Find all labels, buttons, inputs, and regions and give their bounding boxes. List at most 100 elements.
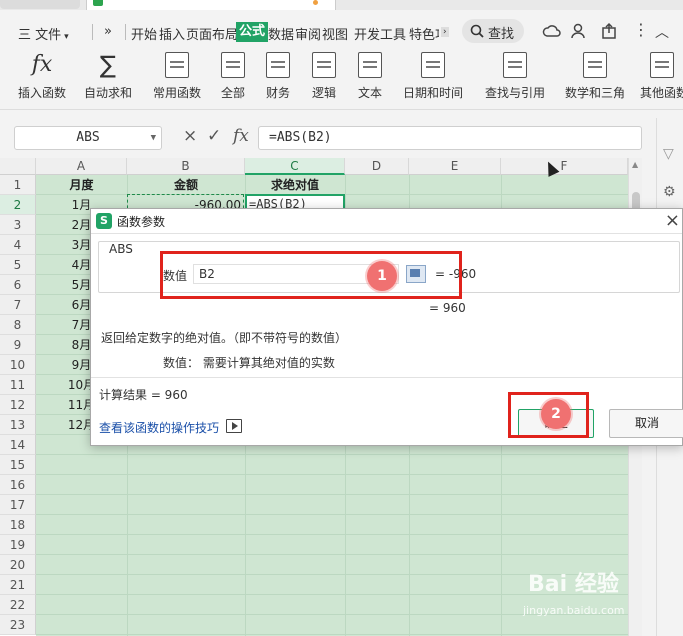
chevron-down-icon[interactable]: ▽ xyxy=(663,146,674,162)
dialog-title: 函数参数 xyxy=(117,215,166,229)
argument-description: 数值： 需要计算其绝对值的实数 xyxy=(163,356,335,370)
row-divider xyxy=(36,534,628,535)
row-header[interactable]: 5 xyxy=(0,255,36,275)
scroll-up-icon[interactable]: ▲ xyxy=(632,160,638,169)
row-header[interactable]: 2 xyxy=(0,195,36,215)
row-header[interactable]: 1 xyxy=(0,175,36,195)
row-divider xyxy=(36,634,628,635)
row-divider xyxy=(36,514,628,515)
financial-button[interactable]: 财务 xyxy=(260,52,296,101)
unsaved-dot-icon xyxy=(313,0,318,5)
tab-document[interactable] xyxy=(86,0,336,10)
date-time-label: 日期和时间 xyxy=(402,86,463,100)
formula-bar: ABS ▼ × ✓ fx =ABS(B2) xyxy=(0,118,683,158)
column-header-d[interactable]: D xyxy=(345,158,409,175)
tab-page-layout[interactable]: 页面布局 xyxy=(186,24,238,43)
menu-bar: 三 文件▾ » 开始 插入 页面布局 公式 数据 审阅 视图 开发工具 特色功 … xyxy=(0,10,683,48)
tab-view[interactable]: 视图 xyxy=(322,24,348,43)
row-divider xyxy=(36,494,628,495)
date-time-button[interactable]: 日期和时间 xyxy=(397,52,469,101)
row-header[interactable]: 6 xyxy=(0,275,36,295)
chevron-right-icon[interactable]: › xyxy=(441,27,449,37)
step-badge-2: 2 xyxy=(541,399,571,429)
share-icon[interactable] xyxy=(600,22,618,40)
collaboration-icon[interactable] xyxy=(570,22,590,40)
math-trig-button[interactable]: 数学和三角 xyxy=(560,52,630,101)
name-box[interactable]: ABS ▼ xyxy=(14,126,162,150)
common-functions-button[interactable]: 常用函数 xyxy=(148,52,206,101)
watermark-brand: Bai 经验 xyxy=(528,572,619,597)
cloud-sync-icon[interactable] xyxy=(542,22,562,40)
row-header[interactable]: 17 xyxy=(0,495,36,515)
cancel-formula-icon[interactable]: × xyxy=(183,126,197,146)
wps-logo-icon: S xyxy=(96,213,112,229)
row-header[interactable]: 12 xyxy=(0,395,36,415)
column-header-a[interactable]: A xyxy=(36,158,127,175)
fx-icon: fx xyxy=(31,52,53,77)
select-all-corner[interactable] xyxy=(0,158,36,175)
row-header[interactable]: 9 xyxy=(0,335,36,355)
tab-review[interactable]: 审阅 xyxy=(295,24,321,43)
collapse-ribbon-icon[interactable]: ︿ xyxy=(655,22,669,42)
row-header[interactable]: 18 xyxy=(0,515,36,535)
tab-formulas[interactable]: 公式 xyxy=(236,22,269,42)
cell-c1[interactable]: 求绝对值 xyxy=(245,175,345,195)
cell-b1[interactable]: 金额 xyxy=(127,175,245,195)
all-functions-button[interactable]: 全部 xyxy=(215,52,251,101)
file-menu[interactable]: 三 文件 ▾ xyxy=(18,24,69,43)
close-icon[interactable]: × xyxy=(665,210,680,231)
row-header[interactable]: 14 xyxy=(0,435,36,455)
yen-book-icon xyxy=(266,52,290,78)
math-trig-label: 数学和三角 xyxy=(564,86,625,100)
autosum-label: 自动求和 xyxy=(83,86,132,100)
row-header[interactable]: 7 xyxy=(0,295,36,315)
search-button[interactable]: 查找 xyxy=(462,19,524,43)
menu-divider xyxy=(92,24,93,40)
watermark-url: jingyan.baidu.com xyxy=(523,604,625,617)
more-menus-icon[interactable]: » xyxy=(104,24,112,39)
other-functions-button[interactable]: 其他函数 xyxy=(640,52,683,101)
cancel-button[interactable]: 取消 xyxy=(609,409,683,438)
function-description: 返回给定数字的绝对值。（即不带符号的数值） xyxy=(101,331,348,345)
function-help-link[interactable]: 查看该函数的操作技巧 xyxy=(99,419,219,436)
column-header-b[interactable]: B xyxy=(127,158,245,175)
dialog-titlebar[interactable]: S 函数参数 × xyxy=(91,209,682,234)
lookup-reference-button[interactable]: 查找与引用 xyxy=(478,52,552,101)
column-header-c[interactable]: C xyxy=(245,158,345,175)
tab-developer[interactable]: 开发工具 xyxy=(354,24,406,43)
confirm-formula-icon[interactable]: ✓ xyxy=(207,126,221,146)
row-header[interactable]: 16 xyxy=(0,475,36,495)
row-header[interactable]: 19 xyxy=(0,535,36,555)
settings-sliders-icon[interactable]: ⚙ xyxy=(663,184,676,200)
formula-input[interactable]: =ABS(B2) xyxy=(258,126,642,150)
row-header[interactable]: 11 xyxy=(0,375,36,395)
row-header[interactable]: 23 xyxy=(0,615,36,635)
text-functions-button[interactable]: 文本 xyxy=(352,52,388,101)
row-header[interactable]: 22 xyxy=(0,595,36,615)
insert-function-button[interactable]: fx 插入函数 xyxy=(16,52,68,101)
row-header[interactable]: 10 xyxy=(0,355,36,375)
tab-start[interactable]: 开始 xyxy=(131,24,157,43)
row-header[interactable]: 15 xyxy=(0,455,36,475)
function-result-preview: = 960 xyxy=(429,301,466,315)
math-book-icon xyxy=(583,52,607,78)
row-header[interactable]: 21 xyxy=(0,575,36,595)
more-options-icon[interactable]: ⋮ xyxy=(633,20,649,39)
tab-special[interactable]: 特色功 xyxy=(409,24,439,43)
tab-data[interactable]: 数据 xyxy=(268,24,294,43)
logical-button[interactable]: 逻辑 xyxy=(306,52,342,101)
tab-home[interactable] xyxy=(0,0,80,9)
cell-a1[interactable]: 月度 xyxy=(36,175,127,195)
row-header[interactable]: 20 xyxy=(0,555,36,575)
tab-insert[interactable]: 插入 xyxy=(159,24,185,43)
autosum-button[interactable]: ∑ 自动求和 xyxy=(79,52,137,101)
step-badge-1: 1 xyxy=(367,261,397,291)
row-header[interactable]: 8 xyxy=(0,315,36,335)
row-header[interactable]: 3 xyxy=(0,215,36,235)
row-header[interactable]: 13 xyxy=(0,415,36,435)
column-header-f[interactable]: F xyxy=(501,158,628,175)
insert-function-fx-icon[interactable]: fx xyxy=(233,126,249,146)
row-header[interactable]: 4 xyxy=(0,235,36,255)
column-header-e[interactable]: E xyxy=(409,158,501,175)
video-play-icon[interactable] xyxy=(226,419,242,433)
